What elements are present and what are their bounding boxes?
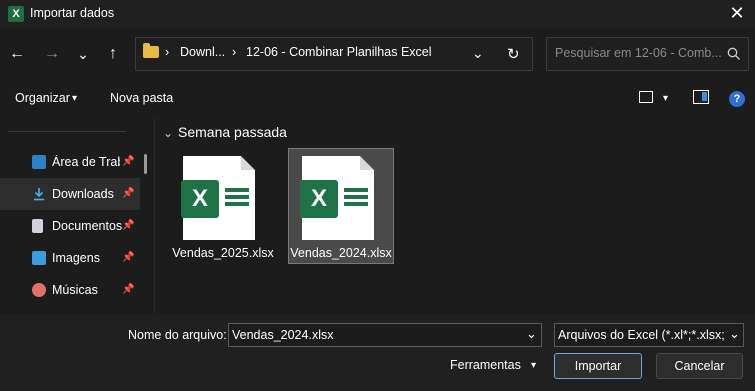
chevron-down-icon[interactable]: ⌄: [163, 126, 173, 140]
pictures-icon: [32, 251, 46, 265]
view-options-caret-icon[interactable]: ▾: [663, 93, 668, 104]
excel-logo-icon: X: [300, 180, 338, 218]
pin-icon[interactable]: 📌: [122, 156, 134, 167]
breadcrumb-item-current-folder[interactable]: 12-06 - Combinar Planilhas Excel: [246, 45, 432, 59]
pane-divider[interactable]: [154, 118, 155, 314]
page-fold: [241, 156, 255, 170]
back-button[interactable]: ←: [6, 43, 28, 65]
close-button[interactable]: ✕: [725, 2, 749, 24]
forward-button[interactable]: →: [41, 43, 63, 65]
recent-locations-button[interactable]: ⌄: [72, 43, 94, 65]
sidebar-item-label: Documentos: [52, 219, 123, 233]
pin-icon[interactable]: 📌: [122, 284, 134, 295]
organize-caret-icon[interactable]: ▾: [72, 93, 77, 104]
excel-icon: X: [8, 6, 24, 22]
spreadsheet-grid-icon: [225, 188, 249, 208]
file-name: Vendas_2025.xlsx: [172, 246, 274, 260]
filename-label: Nome do arquivo:: [128, 328, 227, 342]
sidebar-scrollbar[interactable]: [144, 154, 147, 174]
cancel-button[interactable]: Cancelar: [656, 353, 743, 379]
help-icon[interactable]: ?: [729, 91, 745, 107]
preview-pane-icon[interactable]: [693, 90, 709, 104]
address-dropdown-icon[interactable]: ⌄: [472, 45, 484, 62]
music-icon: [32, 283, 46, 297]
up-button[interactable]: ↑: [102, 43, 124, 65]
filetype-dropdown-icon[interactable]: ⌄: [729, 326, 740, 342]
pin-icon[interactable]: 📌: [122, 220, 134, 231]
file-name: Vendas_2024.xlsx: [290, 246, 392, 260]
breadcrumb-item-downloads[interactable]: Downl...: [180, 45, 225, 59]
excel-logo-icon: X: [181, 180, 219, 218]
sidebar-divider: [8, 131, 126, 132]
new-folder-button[interactable]: Nova pasta: [110, 91, 173, 105]
group-header[interactable]: Semana passada: [178, 124, 287, 140]
window-title: Importar dados: [30, 6, 115, 20]
filename-dropdown-icon[interactable]: ⌄: [526, 326, 537, 342]
view-options-icon[interactable]: [639, 91, 653, 103]
page-fold: [360, 156, 374, 170]
search-icon[interactable]: [727, 47, 741, 61]
sidebar-item-label: Área de Trabalho: [52, 155, 120, 169]
tools-menu[interactable]: Ferramentas: [450, 358, 521, 372]
sidebar-item-label: Músicas: [52, 283, 98, 297]
breadcrumb-separator: ›: [232, 45, 237, 59]
document-icon: [32, 219, 43, 233]
search-input[interactable]: Pesquisar em 12-06 - Comb...: [555, 46, 722, 60]
tools-caret-icon[interactable]: ▾: [531, 360, 536, 371]
refresh-button[interactable]: ↻: [507, 45, 520, 63]
organize-menu[interactable]: Organizar: [15, 91, 70, 105]
sidebar-item-label: Downloads: [52, 187, 114, 201]
download-icon: [34, 188, 44, 201]
pin-icon[interactable]: 📌: [122, 188, 134, 199]
filetype-value[interactable]: Arquivos do Excel (*.xl*;*.xlsx;*.: [558, 328, 724, 342]
spreadsheet-grid-icon: [344, 188, 368, 208]
sidebar-item-label: Imagens: [52, 251, 100, 265]
filename-value[interactable]: Vendas_2024.xlsx: [232, 328, 512, 342]
pin-icon[interactable]: 📌: [122, 252, 134, 263]
folder-icon: [143, 43, 159, 58]
desktop-icon: [32, 155, 46, 169]
import-button[interactable]: Importar: [554, 353, 642, 379]
breadcrumb-separator: ›: [165, 45, 170, 59]
